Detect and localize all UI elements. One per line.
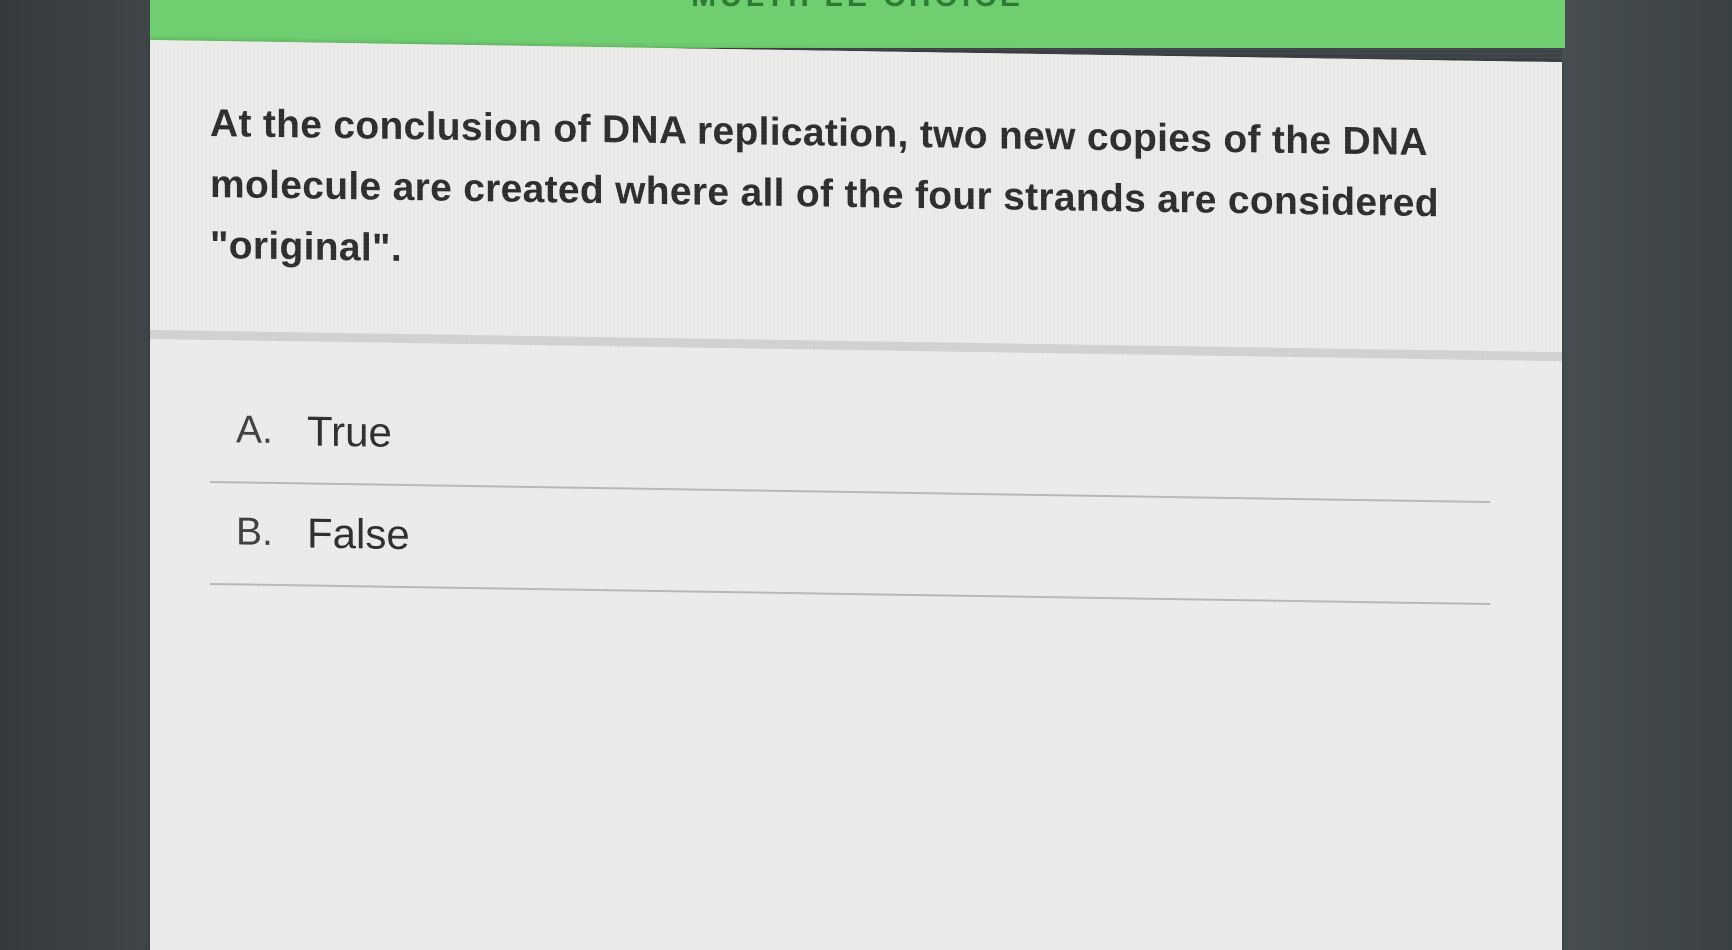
answer-list: A. True B. False [210,380,1490,606]
question-type-label: MULTIPLE CHOICE [150,0,1565,14]
screen-bezel-right [1562,0,1732,950]
answer-letter: A. [236,408,273,452]
question-text: At the conclusion of DNA replication, tw… [210,101,1439,270]
screen-bezel-left [0,0,160,950]
answer-option-true[interactable]: A. True [210,380,1490,504]
question-panel: At the conclusion of DNA replication, tw… [150,40,1562,362]
question-card: At the conclusion of DNA replication, tw… [150,40,1562,950]
answer-label: True [307,407,392,456]
question-type-header: MULTIPLE CHOICE [150,0,1565,48]
answer-label: False [307,509,410,559]
answer-option-false[interactable]: B. False [210,482,1490,606]
answer-letter: B. [236,510,273,554]
